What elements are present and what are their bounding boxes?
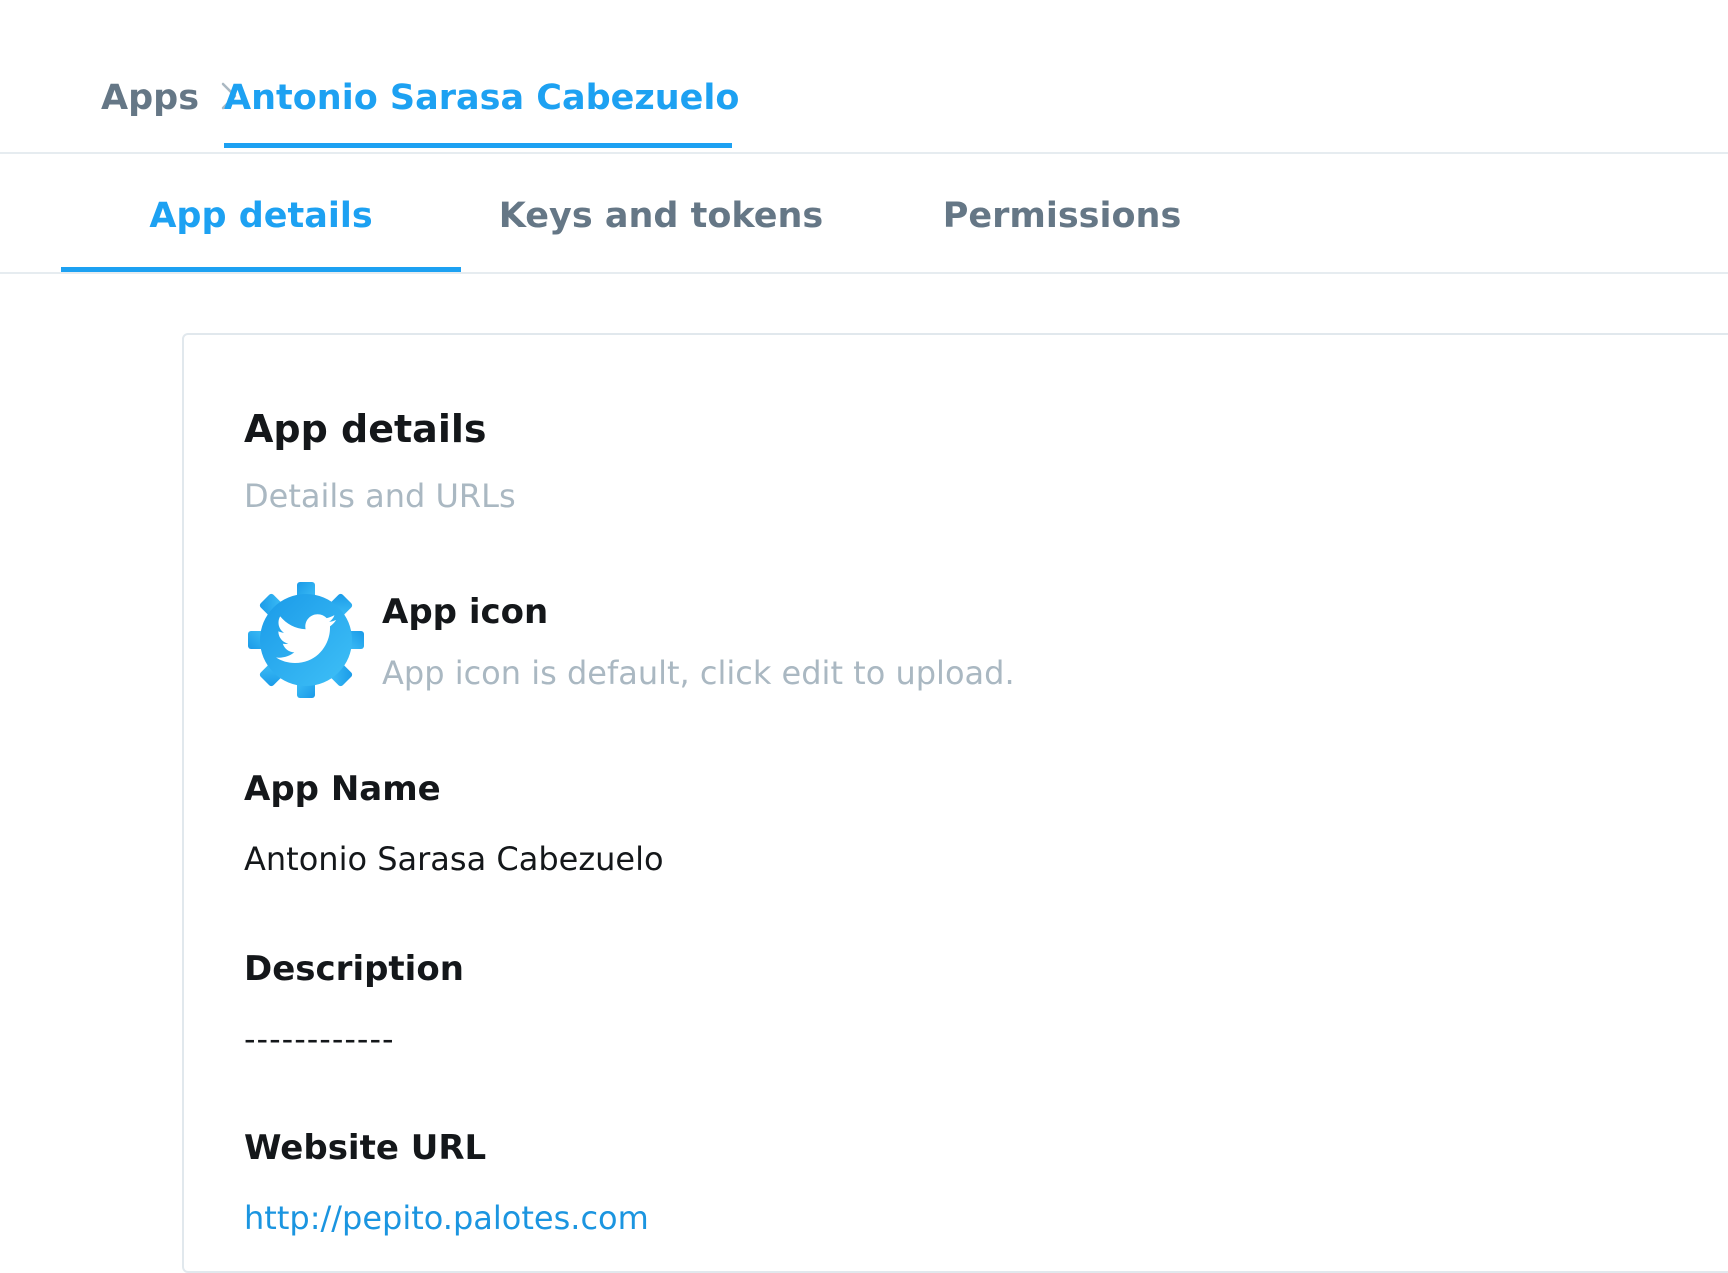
app-icon-hint: App icon is default, click edit to uploa… (382, 654, 1015, 692)
breadcrumb: Apps Antonio Sarasa Cabezuelo (0, 0, 1728, 154)
description-value: ------------ (244, 1020, 395, 1058)
tab-app-details[interactable]: App details (61, 152, 461, 272)
website-url-label: Website URL (244, 1128, 487, 1168)
tab-bar: App details Keys and tokens Permissions (0, 152, 1728, 274)
app-name-label: App Name (244, 769, 441, 809)
card-title: App details (244, 407, 487, 451)
website-url-value: http://pepito.palotes.com (244, 1195, 649, 1241)
app-name-value: Antonio Sarasa Cabezuelo (244, 840, 664, 878)
app-icon-label: App icon (382, 592, 549, 632)
tab-keys-and-tokens[interactable]: Keys and tokens (490, 152, 832, 272)
tab-permissions[interactable]: Permissions (922, 152, 1202, 272)
tab-label: App details (149, 196, 373, 236)
breadcrumb-apps-link[interactable]: Apps (101, 74, 199, 122)
twitter-gear-icon (248, 582, 364, 698)
tab-label: Keys and tokens (498, 196, 824, 236)
description-label: Description (244, 949, 464, 989)
breadcrumb-current-label: Antonio Sarasa Cabezuelo (224, 78, 740, 118)
breadcrumb-current-app[interactable]: Antonio Sarasa Cabezuelo (224, 66, 739, 148)
website-url-link[interactable]: http://pepito.palotes.com (244, 1199, 649, 1237)
tab-label: Permissions (942, 196, 1182, 236)
card-subtitle: Details and URLs (244, 477, 516, 515)
